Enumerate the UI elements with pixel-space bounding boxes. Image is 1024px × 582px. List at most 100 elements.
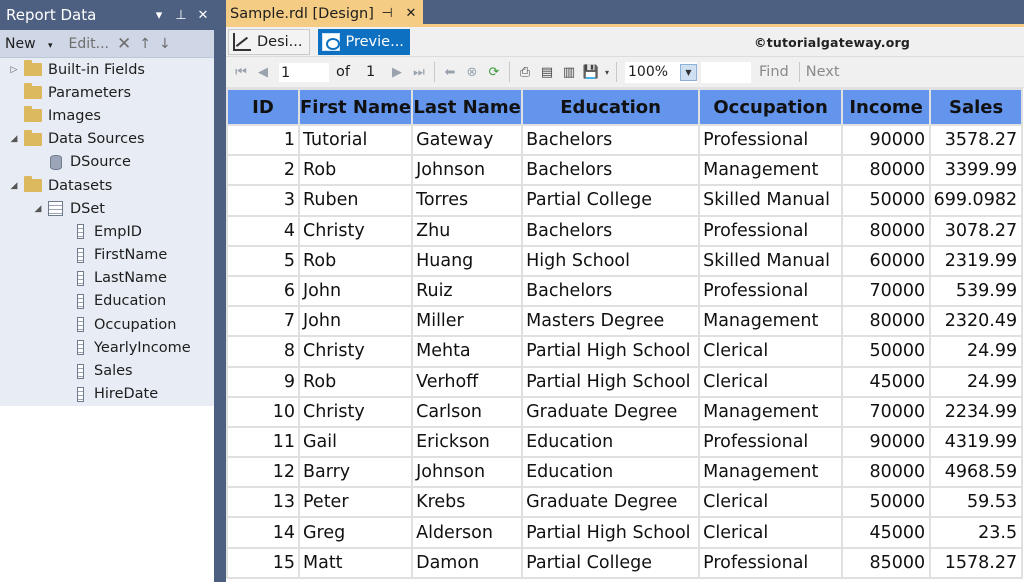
tree-field-hiredate[interactable]: HireDate — [0, 383, 214, 406]
table-cell: Partial College — [522, 185, 699, 215]
table-cell: 85000 — [842, 548, 930, 578]
column-header: First Name — [299, 89, 412, 125]
arrow-down-icon[interactable]: ↓ — [159, 36, 171, 52]
close-icon[interactable]: ✕ — [192, 8, 214, 23]
chevron-down-icon[interactable]: ▾ — [602, 61, 612, 83]
tab-preview[interactable]: Previe... — [318, 29, 410, 55]
last-page-icon[interactable]: ⏭ — [408, 61, 430, 83]
table-cell: Johnson — [412, 155, 522, 185]
tab-design[interactable]: Desi... — [228, 29, 310, 55]
column-header: Education — [522, 89, 699, 125]
table-cell: Christy — [299, 216, 412, 246]
field-icon — [77, 387, 84, 402]
collapse-arrow-icon[interactable]: ◢ — [8, 134, 20, 144]
close-icon[interactable]: ✕ — [399, 6, 423, 21]
column-header: Income — [842, 89, 930, 125]
table-cell: Partial High School — [522, 367, 699, 397]
table-cell: 80000 — [842, 216, 930, 246]
first-page-icon[interactable]: ⏮ — [230, 61, 252, 83]
tree-item-data-sources[interactable]: ◢ Data Sources — [0, 128, 214, 151]
table-cell: High School — [522, 246, 699, 276]
table-cell: 45000 — [842, 367, 930, 397]
tree-field-lastname[interactable]: LastName — [0, 267, 214, 290]
table-cell: Erickson — [412, 427, 522, 457]
collapse-arrow-icon[interactable]: ◢ — [8, 181, 20, 191]
dropdown-arrow-icon[interactable]: ▾ — [148, 8, 170, 23]
refresh-icon[interactable]: ⟳ — [483, 61, 505, 83]
tree-field-occupation[interactable]: Occupation — [0, 313, 214, 336]
tree-field-yearlyincome[interactable]: YearlyIncome — [0, 336, 214, 359]
table-cell: Peter — [299, 487, 412, 517]
table-cell: Masters Degree — [522, 306, 699, 336]
document-tab[interactable]: Sample.rdl [Design] ⊣ ✕ — [226, 0, 423, 27]
tree-field-label: Occupation — [94, 317, 176, 333]
new-button[interactable]: New ▾ — [5, 36, 61, 52]
toolbar-separator — [616, 62, 617, 82]
find-next-button[interactable]: Next — [806, 64, 840, 80]
tree-item-dset[interactable]: ◢ DSet — [0, 197, 214, 220]
next-page-icon[interactable]: ▶ — [386, 61, 408, 83]
tree-item-parameters[interactable]: Parameters — [0, 81, 214, 104]
table-cell: 539.99 — [930, 276, 1022, 306]
table-cell: 11 — [227, 427, 299, 457]
chevron-down-icon[interactable]: ▼ — [680, 64, 697, 81]
pin-icon[interactable]: ⊥ — [170, 8, 192, 23]
delete-icon[interactable]: ✕ — [117, 34, 131, 54]
tree-item-images[interactable]: Images — [0, 104, 214, 127]
zoom-select[interactable]: 100% ▼ — [625, 62, 697, 83]
edit-button[interactable]: Edit... — [69, 36, 109, 52]
table-cell: Johnson — [412, 457, 522, 487]
print-icon[interactable]: ⎙ — [514, 61, 536, 83]
table-cell: 3578.27 — [930, 125, 1022, 155]
collapse-arrow-icon[interactable]: ◢ — [32, 204, 44, 214]
table-cell: 1578.27 — [930, 548, 1022, 578]
table-cell: Management — [699, 397, 842, 427]
table-cell: 70000 — [842, 397, 930, 427]
table-cell: Professional — [699, 216, 842, 246]
table-cell: Tutorial — [299, 125, 412, 155]
table-header-row: IDFirst NameLast NameEducationOccupation… — [227, 89, 1022, 125]
database-icon — [50, 155, 62, 170]
panel-splitter[interactable] — [214, 0, 226, 582]
back-icon[interactable]: ⬅ — [439, 61, 461, 83]
arrow-up-icon[interactable]: ↑ — [139, 36, 151, 52]
tree-item-label: Data Sources — [48, 131, 145, 147]
table-cell: Greg — [299, 517, 412, 547]
export-icon[interactable]: 💾 — [580, 61, 602, 83]
chevron-down-icon: ▾ — [48, 41, 53, 51]
zoom-value: 100% — [628, 64, 668, 80]
table-row: 14GregAldersonPartial High SchoolClerica… — [227, 517, 1022, 547]
tree-field-firstname[interactable]: FirstName — [0, 244, 214, 267]
tree-item-datasets[interactable]: ◢ Datasets — [0, 174, 214, 197]
find-input[interactable] — [701, 62, 751, 83]
table-cell: Bachelors — [522, 216, 699, 246]
stop-icon[interactable]: ⊗ — [461, 61, 483, 83]
tree-item-label: DSource — [70, 154, 131, 170]
pin-icon[interactable]: ⊣ — [375, 6, 399, 21]
tree-field-education[interactable]: Education — [0, 290, 214, 313]
table-cell: 80000 — [842, 457, 930, 487]
table-cell: 3 — [227, 185, 299, 215]
tree-item-label: Datasets — [48, 178, 112, 194]
report-data-panel: Report Data ▾ ⊥ ✕ New ▾ Edit... ✕ ↑ ↓ ▷ … — [0, 0, 214, 582]
table-row: 9RobVerhoffPartial High SchoolClerical45… — [227, 367, 1022, 397]
table-cell: 8 — [227, 336, 299, 366]
page-setup-icon[interactable]: ▥ — [558, 61, 580, 83]
tree-field-label: LastName — [94, 270, 167, 286]
print-layout-icon[interactable]: ▤ — [536, 61, 558, 83]
tree-item-dsource[interactable]: DSource — [0, 151, 214, 174]
table-cell: Clerical — [699, 336, 842, 366]
column-header: ID — [227, 89, 299, 125]
find-button[interactable]: Find — [759, 64, 789, 80]
table-row: 4ChristyZhuBachelorsProfessional80000307… — [227, 216, 1022, 246]
tree-item-built-in-fields[interactable]: ▷ Built-in Fields — [0, 58, 214, 81]
previous-page-icon[interactable]: ◀ — [252, 61, 274, 83]
expand-arrow-icon[interactable]: ▷ — [8, 65, 20, 75]
table-cell: Management — [699, 457, 842, 487]
tree-field-empid[interactable]: EmpID — [0, 220, 214, 243]
table-cell: 2 — [227, 155, 299, 185]
tree-field-label: Education — [94, 293, 166, 309]
table-cell: Matt — [299, 548, 412, 578]
page-number-input[interactable]: 1 — [278, 62, 330, 83]
tree-field-sales[interactable]: Sales — [0, 359, 214, 382]
